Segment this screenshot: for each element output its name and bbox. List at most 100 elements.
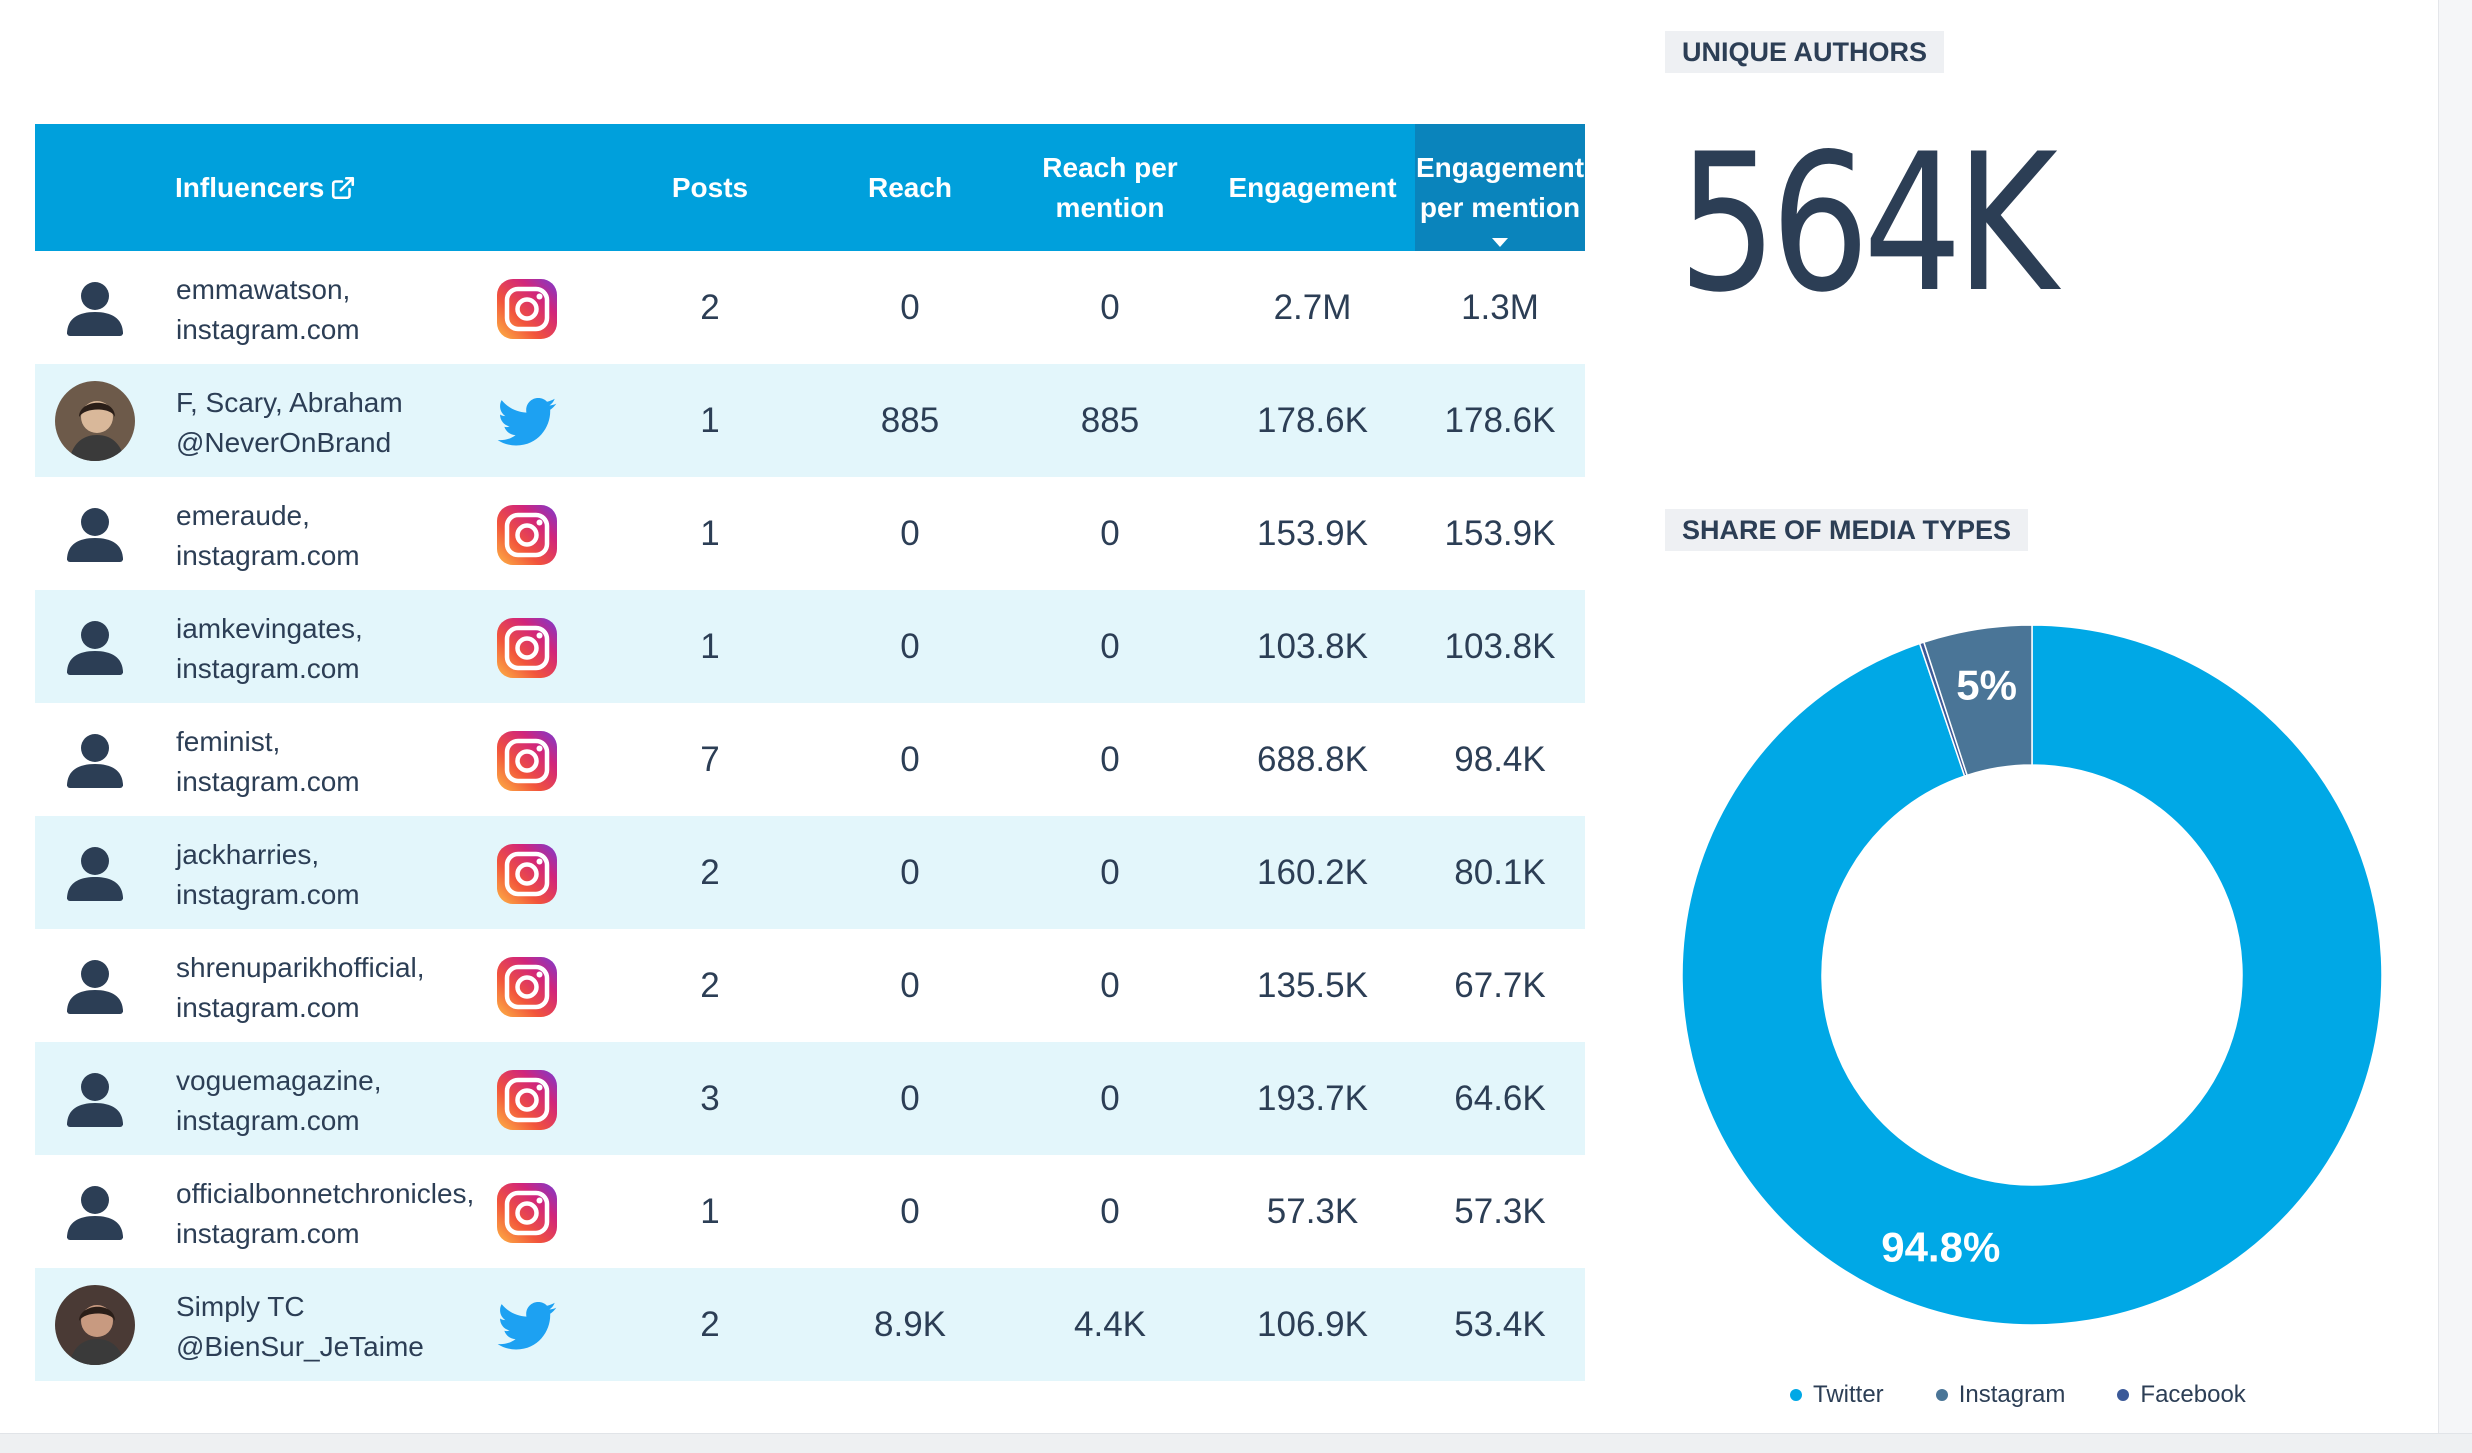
reach-per-mention-cell: 0 [1100,626,1120,666]
posts-cell: 2 [700,965,720,1005]
table-row[interactable]: iamkevingates, instagram.com 1 0 0 103.8K 103.… [35,590,1585,703]
influencer-name[interactable]: shrenuparikhofficial, instagram.com [176,948,526,1028]
influencer-name[interactable]: voguemagazine, instagram.com [176,1061,526,1141]
column-header-reach-per-mention-line2: mention [1055,191,1165,223]
avatar-placeholder-icon [67,734,123,788]
avatar[interactable] [55,607,135,687]
engagement-per-mention-cell: 53.4K [1454,1304,1546,1344]
avatar-placeholder-icon [67,1073,123,1127]
instagram-icon [497,844,557,904]
table-header: Influencers Posts Reach Reach per mentio… [35,124,1585,251]
network-icon [495,503,559,567]
influencer-name[interactable]: emeraude, instagram.com [176,496,526,576]
engagement-per-mention-cell: 57.3K [1454,1191,1546,1231]
posts-cell: 1 [700,400,720,440]
page-scrollbar-track[interactable] [2438,0,2472,1433]
avatar[interactable] [55,494,135,574]
twitter-icon [497,398,557,446]
legend-label: Instagram [1958,1381,2066,1408]
reach-cell: 8.9K [874,1304,946,1344]
reach-per-mention-cell: 885 [1080,400,1140,440]
influencer-name[interactable]: feminist, instagram.com [176,722,526,802]
instagram-icon [497,957,557,1017]
influencers-table: Influencers Posts Reach Reach per mentio… [35,124,1585,1381]
engagement-cell: 153.9K [1257,513,1368,553]
unique-authors-label: UNIQUE AUTHORS [1665,31,1945,73]
reach-per-mention-cell: 0 [1100,739,1120,779]
network-icon [495,955,559,1019]
legend-item-facebook[interactable]: Facebook [2117,1381,2246,1409]
posts-cell: 7 [700,739,720,779]
influencer-name[interactable]: jackharries, instagram.com [176,835,526,915]
table-row[interactable]: emeraude, instagram.com 1 0 0 153.9K 153.9K [35,477,1585,590]
column-header-influencers-label: Influencers [175,171,325,203]
reach-cell: 0 [900,739,920,779]
influencer-name-line: voguemagazine, [176,1065,382,1096]
posts-cell: 3 [700,1078,720,1118]
influencer-name[interactable]: F, Scary, Abraham @NeverOnBrand [176,383,526,463]
column-header-reach-per-mention[interactable]: Reach per mention [1010,124,1210,251]
avatar[interactable] [55,1059,135,1139]
avatar-placeholder-icon [67,282,123,336]
influencer-name[interactable]: officialbonnetchronicles, instagram.com [176,1174,526,1254]
reach-per-mention-cell: 0 [1100,1078,1120,1118]
column-header-engagement-label: Engagement [1228,171,1397,203]
engagement-per-mention-cell: 153.9K [1444,513,1556,553]
legend-item-instagram[interactable]: Instagram [1935,1381,2066,1409]
column-header-reach[interactable]: Reach [810,124,1010,251]
reach-per-mention-cell: 0 [1100,965,1120,1005]
influencer-name[interactable]: emmawatson, instagram.com [176,270,526,350]
media-types-donut-chart: 94.8% 5% [1681,624,2383,1326]
avatar[interactable] [55,1172,135,1252]
external-link-icon[interactable] [330,175,356,201]
table-row[interactable]: feminist, instagram.com 7 0 0 688.8K 98.4K [35,703,1585,816]
influencer-name-line: Simply TC [176,1291,305,1322]
table-row[interactable]: officialbonnetchronicles, instagram.com 1 0… [35,1155,1585,1268]
table-row[interactable]: jackharries, instagram.com 2 0 0 160.2K 80.1K [35,816,1585,929]
influencer-name[interactable]: Simply TC @BienSur_JeTaime [176,1287,526,1367]
sort-descending-icon [1492,238,1508,247]
avatar-placeholder-icon [67,621,123,675]
network-icon [495,842,559,906]
instagram-icon [497,505,557,565]
donut-label-instagram: 5% [1956,662,2017,709]
avatar[interactable] [55,833,135,913]
engagement-per-mention-cell: 178.6K [1444,400,1556,440]
instagram-icon [497,279,557,339]
influencer-name-line: F, Scary, Abraham [176,387,403,418]
reach-per-mention-cell: 0 [1100,1191,1120,1231]
column-header-posts[interactable]: Posts [610,124,810,251]
engagement-cell: 57.3K [1266,1191,1359,1231]
network-icon [495,729,559,793]
influencer-handle: @NeverOnBrand [176,427,392,458]
table-row[interactable]: Simply TC @BienSur_JeTaime 2 8.9K 4.4K 106.9K… [35,1268,1585,1381]
unique-authors-value: 564K [1678,113,2058,334]
influencer-name-line: feminist, [176,726,281,757]
avatar[interactable] [55,946,135,1026]
avatar[interactable] [55,268,135,348]
column-header-influencers[interactable]: Influencers [175,124,465,251]
legend-label: Twitter [1813,1381,1884,1408]
avatar[interactable] [55,381,135,461]
influencer-name-line: jackharries, [176,839,320,870]
reach-per-mention-cell: 4.4K [1074,1304,1146,1344]
reach-per-mention-cell: 0 [1100,287,1120,327]
table-row[interactable]: shrenuparikhofficial, instagram.com 2 0 0 135… [35,929,1585,1042]
table-row[interactable]: voguemagazine, instagram.com 3 0 0 193.7K 64.6… [35,1042,1585,1155]
influencer-name-line: shrenuparikhofficial, [176,952,425,983]
avatar[interactable] [55,1285,135,1365]
influencer-name[interactable]: iamkevingates, instagram.com [176,609,526,689]
reach-cell: 0 [900,852,920,892]
avatar-photo-icon [55,381,135,461]
column-header-engagement[interactable]: Engagement [1210,124,1415,251]
table-row[interactable]: F, Scary, Abraham @NeverOnBrand 1 885 885 178… [35,364,1585,477]
table-row[interactable]: emmawatson, instagram.com 2 0 0 2.7M 1.3M [35,251,1585,364]
legend-item-twitter[interactable]: Twitter [1790,1381,1884,1409]
legend-label: Facebook [2140,1381,2246,1408]
column-header-engagement-per-mention[interactable]: Engagement per mention [1415,124,1585,251]
twitter-icon [497,1302,557,1350]
influencer-handle: instagram.com [176,653,360,684]
avatar[interactable] [55,720,135,800]
reach-cell: 0 [900,965,920,1005]
instagram-icon [497,618,557,678]
